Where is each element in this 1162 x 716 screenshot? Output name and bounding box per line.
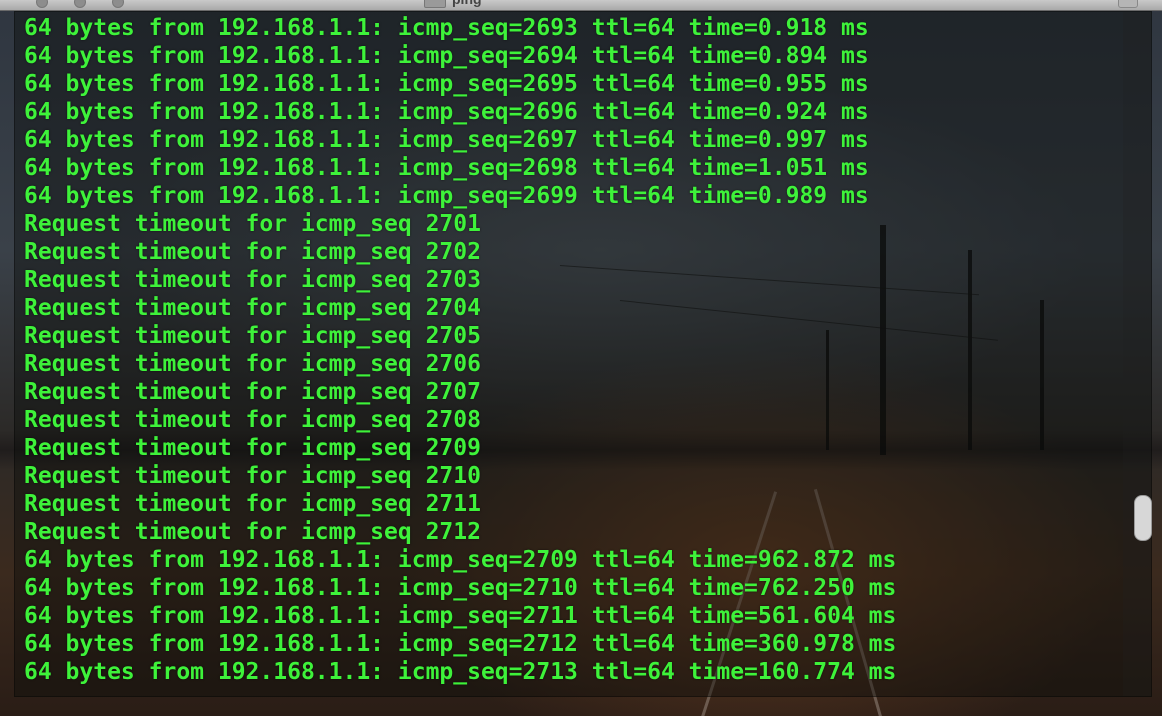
terminal-line: 64 bytes from 192.168.1.1: icmp_seq=2709… bbox=[24, 547, 897, 573]
terminal-line: Request timeout for icmp_seq 2712 bbox=[24, 519, 481, 545]
terminal-line: Request timeout for icmp_seq 2704 bbox=[24, 295, 481, 321]
terminal-line: 64 bytes from 192.168.1.1: icmp_seq=2695… bbox=[24, 71, 869, 97]
vertical-scrollbar[interactable] bbox=[1123, 12, 1152, 696]
terminal-line: 64 bytes from 192.168.1.1: icmp_seq=2713… bbox=[24, 659, 897, 685]
terminal-output[interactable]: 64 bytes from 192.168.1.1: icmp_seq=2693… bbox=[24, 14, 1119, 686]
terminal-line: Request timeout for icmp_seq 2710 bbox=[24, 463, 481, 489]
terminal-line: Request timeout for icmp_seq 2701 bbox=[24, 211, 481, 237]
terminal-line: Request timeout for icmp_seq 2707 bbox=[24, 379, 481, 405]
terminal-line: 64 bytes from 192.168.1.1: icmp_seq=2698… bbox=[24, 155, 869, 181]
terminal-line: 64 bytes from 192.168.1.1: icmp_seq=2697… bbox=[24, 127, 869, 153]
window-title: ping bbox=[452, 0, 482, 7]
close-button[interactable] bbox=[36, 0, 48, 8]
terminal-line: Request timeout for icmp_seq 2706 bbox=[24, 351, 481, 377]
folder-icon bbox=[424, 0, 446, 8]
window-titlebar[interactable]: ping bbox=[0, 0, 1162, 11]
terminal-line: Request timeout for icmp_seq 2702 bbox=[24, 239, 481, 265]
terminal-line: 64 bytes from 192.168.1.1: icmp_seq=2711… bbox=[24, 603, 897, 629]
terminal-line: 64 bytes from 192.168.1.1: icmp_seq=2694… bbox=[24, 43, 869, 69]
scrollbar-thumb[interactable] bbox=[1134, 495, 1152, 541]
terminal-line: 64 bytes from 192.168.1.1: icmp_seq=2710… bbox=[24, 575, 897, 601]
zoom-button[interactable] bbox=[112, 0, 124, 8]
terminal-line: Request timeout for icmp_seq 2709 bbox=[24, 435, 481, 461]
terminal-line: Request timeout for icmp_seq 2711 bbox=[24, 491, 481, 517]
terminal-window[interactable]: 64 bytes from 192.168.1.1: icmp_seq=2693… bbox=[14, 11, 1152, 697]
terminal-line: Request timeout for icmp_seq 2703 bbox=[24, 267, 481, 293]
terminal-line: Request timeout for icmp_seq 2705 bbox=[24, 323, 481, 349]
terminal-line: 64 bytes from 192.168.1.1: icmp_seq=2696… bbox=[24, 99, 869, 125]
desktop-background: ping 64 bytes from 192.168.1.1: icmp_seq… bbox=[0, 0, 1162, 716]
terminal-line: Request timeout for icmp_seq 2708 bbox=[24, 407, 481, 433]
toolbar-toggle-button[interactable] bbox=[1118, 0, 1138, 8]
terminal-line: 64 bytes from 192.168.1.1: icmp_seq=2693… bbox=[24, 15, 869, 41]
terminal-line: 64 bytes from 192.168.1.1: icmp_seq=2712… bbox=[24, 631, 897, 657]
minimize-button[interactable] bbox=[74, 0, 86, 8]
terminal-line: 64 bytes from 192.168.1.1: icmp_seq=2699… bbox=[24, 183, 869, 209]
